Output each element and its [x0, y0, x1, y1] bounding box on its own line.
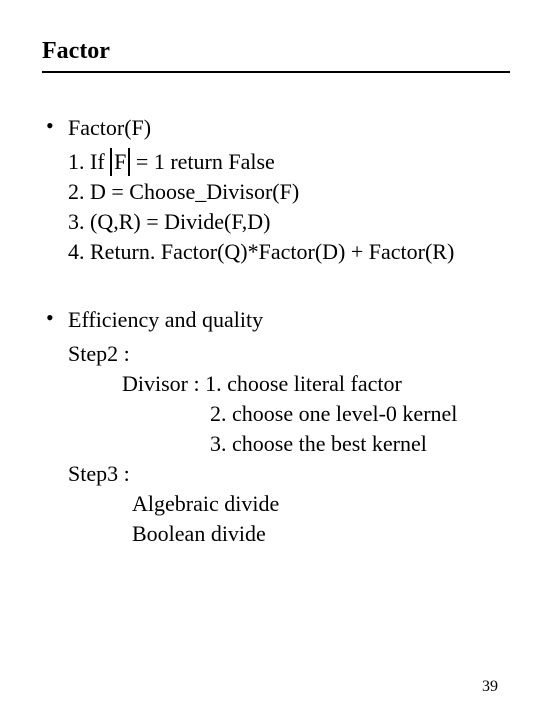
- factor-algorithm-block: • Factor(F) 1. If F = 1 return False 2. …: [42, 115, 510, 267]
- slide-title: Factor: [42, 38, 510, 71]
- bullet-row: • Efficiency and quality: [42, 307, 510, 333]
- divisor-block: Divisor : 1. choose literal factor 2. ch…: [42, 369, 510, 459]
- factor-head: Factor(F): [68, 115, 151, 141]
- boolean-divide: Boolean divide: [132, 519, 510, 549]
- efficiency-head: Efficiency and quality: [68, 307, 263, 333]
- algo-step-3: 3. (Q,R) = Divide(F,D): [42, 207, 510, 237]
- step1-pre: 1. If: [68, 149, 110, 174]
- bullet-row: • Factor(F): [42, 115, 510, 141]
- page-number: 39: [482, 678, 498, 696]
- step1-post: = 1 return False: [130, 149, 274, 174]
- bullet-icon: •: [42, 115, 68, 137]
- abs-F: F: [110, 147, 130, 177]
- step2-label: Step2 :: [42, 339, 510, 369]
- algo-step-4: 4. Return. Factor(Q)*Factor(D) + Factor(…: [42, 237, 510, 267]
- title-rule: [42, 71, 510, 73]
- algo-step-2: 2. D = Choose_Divisor(F): [42, 177, 510, 207]
- algebraic-divide: Algebraic divide: [132, 489, 510, 519]
- algo-step-1: 1. If F = 1 return False: [42, 147, 510, 177]
- algebraic-block: Algebraic divide Boolean divide: [42, 489, 510, 549]
- bullet-icon: •: [42, 307, 68, 329]
- divisor-line-1: Divisor : 1. choose literal factor: [122, 369, 510, 399]
- efficiency-block: • Efficiency and quality Step2 : Divisor…: [42, 307, 510, 549]
- divisor-line-2: 2. choose one level-0 kernel: [122, 399, 510, 429]
- step3-label: Step3 :: [42, 459, 510, 489]
- divisor-line-3: 3. choose the best kernel: [122, 429, 510, 459]
